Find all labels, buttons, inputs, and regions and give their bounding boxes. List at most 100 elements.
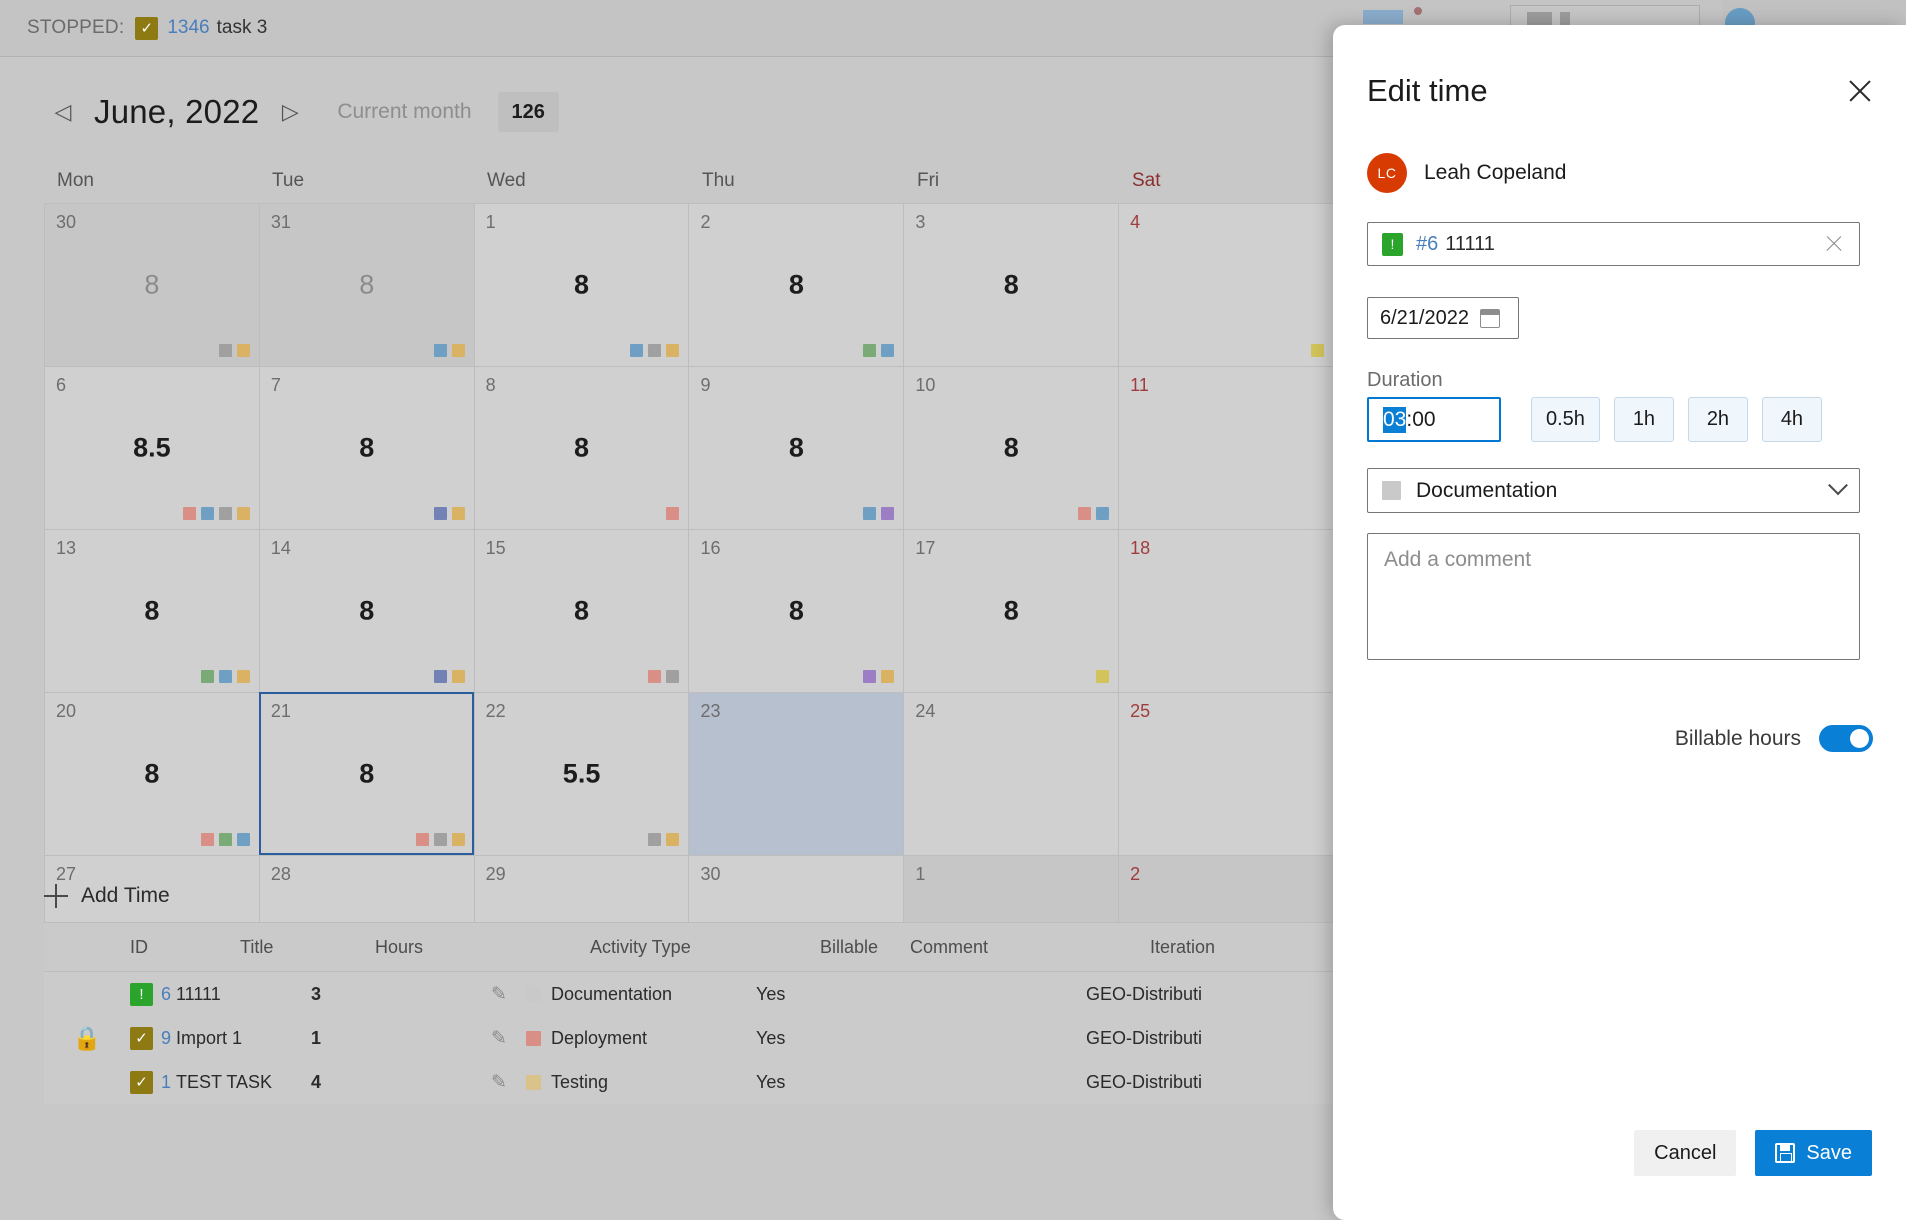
activity-type-select[interactable]: Documentation: [1367, 468, 1860, 513]
calendar-day-cell[interactable]: 13 8: [44, 529, 259, 692]
month-total-badge: 126: [497, 92, 559, 132]
activity-dot: [451, 344, 465, 357]
calendar-day-cell[interactable]: 16 8: [688, 529, 904, 692]
calendar-day-number: 8: [485, 375, 496, 395]
calendar-icon[interactable]: [1479, 308, 1500, 328]
duration-quick-button[interactable]: 2h: [1687, 397, 1748, 442]
task-field-title: 11111: [1445, 232, 1495, 255]
calendar-day-activity-dots: [218, 344, 250, 357]
page-title: June, 2022: [94, 93, 260, 130]
activity-dot: [236, 344, 250, 357]
timer-work-item-id[interactable]: 1346: [167, 17, 209, 39]
calendar-day-cell[interactable]: 21 8: [258, 692, 474, 855]
pencil-icon[interactable]: ✎: [491, 983, 526, 1006]
calendar-day-cell[interactable]: 23: [688, 692, 904, 855]
calendar-day-cell[interactable]: 18: [1118, 529, 1334, 692]
table-row[interactable]: ! 6 11111 3 ✎ Documentation Yes GEO-Distributi: [44, 972, 1334, 1016]
calendar-day-cell[interactable]: 25: [1118, 692, 1334, 855]
calendar-day-activity-dots: [648, 670, 680, 683]
chevron-left-icon[interactable]: ◁: [50, 99, 76, 125]
column-header-hours: Hours: [375, 936, 424, 957]
duration-quick-button[interactable]: 0.5h: [1531, 397, 1600, 442]
row-id[interactable]: 1: [161, 1072, 171, 1093]
duration-input[interactable]: 03 :00: [1367, 397, 1501, 442]
calendar-day-hours: 8: [359, 758, 375, 789]
calendar-day-cell[interactable]: 38: [903, 203, 1119, 366]
close-icon[interactable]: [1844, 75, 1876, 107]
chevron-down-icon[interactable]: [1828, 474, 1848, 495]
duration-selected-text: 03: [1383, 406, 1407, 433]
duration-quick-button[interactable]: 4h: [1761, 397, 1822, 442]
calendar-day-cell[interactable]: 78: [258, 366, 474, 529]
activity-type-value: Documentation: [1416, 478, 1558, 502]
task-icon: ✓: [130, 1026, 153, 1050]
calendar-day-cell[interactable]: 30 8: [44, 203, 259, 366]
calendar-day-number: 31: [270, 212, 291, 232]
calendar-day-cell[interactable]: 17 8: [903, 529, 1119, 692]
add-time-label: Add Time: [81, 884, 170, 907]
calendar-day-hours: 8.5: [133, 432, 171, 463]
pencil-icon[interactable]: ✎: [491, 1071, 526, 1094]
duration-quick-button[interactable]: 1h: [1613, 397, 1674, 442]
calendar-day-activity-dots: [648, 833, 680, 846]
calendar-day-headers: Mon Tue Wed Thu Fri Sat: [44, 160, 1334, 203]
pencil-icon[interactable]: ✎: [491, 1027, 526, 1050]
calendar-day-hours: 8: [1003, 269, 1019, 300]
calendar-day-cell[interactable]: 15 8: [473, 529, 689, 692]
activity-color-swatch: [526, 1074, 541, 1090]
calendar-day-number: 3: [915, 212, 926, 232]
calendar-day-hours: 8: [1003, 595, 1019, 626]
clear-icon[interactable]: [1823, 233, 1845, 255]
dialog-actions: Cancel Save: [1634, 1130, 1872, 1176]
cell-hours: 3: [311, 983, 322, 1004]
calendar-day-number: 23: [700, 701, 721, 721]
calendar-day-cell[interactable]: 10 8: [903, 366, 1119, 529]
billable-hours-toggle[interactable]: [1819, 725, 1873, 752]
calendar-day-cell[interactable]: 18: [473, 203, 689, 366]
calendar-day-cell[interactable]: 98: [688, 366, 904, 529]
cancel-button[interactable]: Cancel: [1634, 1130, 1737, 1176]
calendar-day-cell[interactable]: 14 8: [258, 529, 474, 692]
save-button[interactable]: Save: [1755, 1130, 1872, 1176]
edit-time-dialog: Edit time LC Leah Copeland ! #6 11111 6/…: [1333, 25, 1906, 1220]
calendar-day-cell[interactable]: 31 8: [258, 203, 474, 366]
calendar-day-cell[interactable]: 20 8: [44, 692, 259, 855]
calendar-day-cell[interactable]: 24: [903, 692, 1119, 855]
calendar-day-hours: 8: [788, 432, 804, 463]
calendar-day-cell[interactable]: 22 5.5: [473, 692, 689, 855]
calendar-day-activity-dots: [1096, 670, 1110, 683]
calendar-day-number: 28: [270, 864, 291, 884]
cell-activity-type: Deployment: [526, 1028, 756, 1049]
date-value: 6/21/2022: [1380, 306, 1469, 329]
cell-billable: Yes: [756, 983, 786, 1004]
calendar-day-number: 7: [270, 375, 281, 395]
task-field[interactable]: ! #6 11111: [1367, 222, 1860, 266]
calendar-day-hours: 8: [574, 432, 590, 463]
calendar-day-number: 11: [1130, 375, 1149, 395]
table-row[interactable]: 🔒 ✓ 9 Import 1 1 ✎ Deployment Yes GEO-Distributi: [44, 1016, 1334, 1060]
calendar-day-cell[interactable]: 4: [1118, 203, 1334, 366]
activity-dot: [881, 344, 895, 357]
activity-dot: [863, 670, 877, 683]
activity-dot: [630, 344, 644, 357]
current-month-label[interactable]: Current month: [337, 100, 471, 124]
calendar-day-cell[interactable]: 11: [1118, 366, 1334, 529]
date-field[interactable]: 6/21/2022: [1367, 297, 1519, 339]
calendar-day-cell[interactable]: 28: [688, 203, 904, 366]
chevron-right-icon[interactable]: ▷: [277, 99, 303, 125]
calendar-day-number: 18: [1130, 538, 1151, 558]
table-row[interactable]: ✓ 1 TEST TASK 4 ✎ Testing Yes GEO-Distributi: [44, 1060, 1334, 1104]
row-id[interactable]: 6: [161, 984, 171, 1005]
calendar-day-activity-dots: [433, 670, 465, 683]
comment-textarea[interactable]: Add a comment: [1367, 533, 1860, 660]
calendar-day-cell[interactable]: 88: [473, 366, 689, 529]
activity-dot: [218, 670, 232, 683]
row-id[interactable]: 9: [161, 1028, 171, 1049]
activity-dot: [182, 507, 196, 520]
activity-dot: [1096, 670, 1110, 683]
timer-work-item-title: task 3: [216, 17, 268, 38]
calendar-day-header: Mon: [57, 170, 94, 191]
calendar-day-cell[interactable]: 6 8.5: [44, 366, 259, 529]
calendar-day-number: 27: [56, 864, 77, 884]
add-time-button[interactable]: Add Time: [44, 884, 170, 908]
